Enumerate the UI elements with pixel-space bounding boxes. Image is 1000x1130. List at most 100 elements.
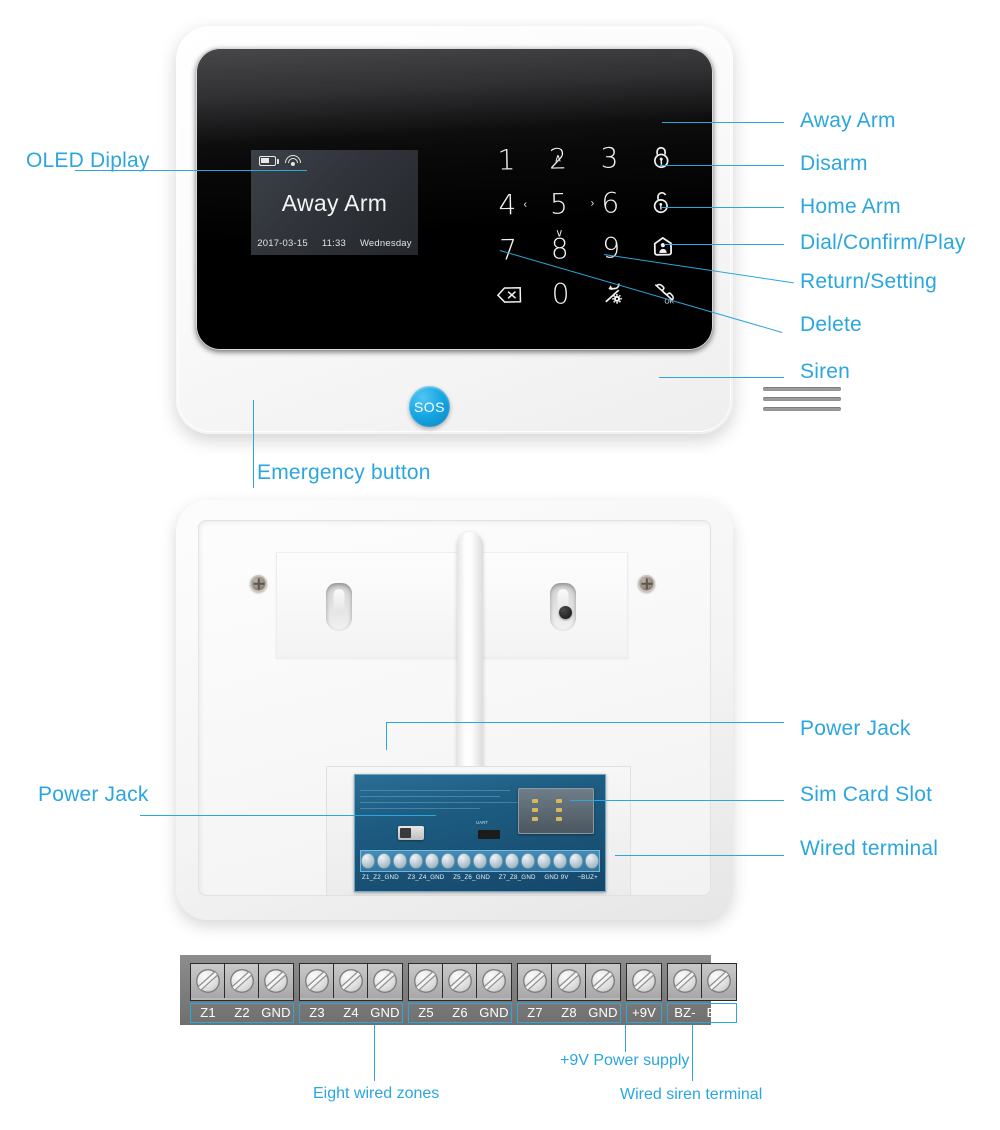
oled-status-bar — [259, 155, 301, 167]
terminal-label-row: Z1 Z2 GND Z3 Z4 GND Z5 Z6 GND Z7 Z8 GND … — [190, 1003, 737, 1023]
terminal-labels-z1-z2-gnd: Z1 Z2 GND — [190, 1003, 294, 1023]
screw-icon — [632, 969, 656, 993]
label-z7: Z7 — [527, 1005, 543, 1020]
label-bz-plus: BZ+ — [706, 1005, 732, 1020]
leader-power-supply — [625, 1025, 626, 1052]
terminal-group-z3-z4-gnd — [299, 963, 403, 1001]
label-plus9v: +9V — [631, 1005, 657, 1020]
key-5-label: 5 — [549, 186, 569, 221]
terminal-z8[interactable] — [552, 964, 586, 998]
callout-power-jack-top: Power Jack — [800, 717, 911, 740]
key-away-arm[interactable] — [635, 134, 687, 180]
terminal-bz-minus[interactable] — [668, 964, 702, 998]
callout-siren: Siren — [800, 360, 851, 383]
main-pcb: UART Z1_Z2_GND Z3_Z4_GND Z5_Z6_GND Z7_Z8… — [354, 774, 606, 892]
callout-away-arm: Away Arm — [800, 109, 896, 132]
backspace-icon — [496, 286, 522, 303]
leader-power-jack-top-vert — [386, 722, 387, 750]
tamper-switch — [559, 606, 572, 619]
key-1-label: 1 — [497, 142, 516, 177]
terminal-z4[interactable] — [334, 964, 368, 998]
screw-icon — [672, 969, 697, 993]
key-9[interactable]: 9 — [585, 225, 637, 271]
leader-siren — [659, 377, 784, 378]
terminal-bz-plus[interactable] — [702, 964, 736, 998]
leader-sim-card-slot — [570, 800, 784, 801]
terminal-z1[interactable] — [191, 964, 225, 998]
screw-icon — [373, 969, 397, 993]
antenna — [457, 532, 483, 804]
terminal-group-z7-z8-gnd — [517, 963, 621, 1001]
caption-power-supply: +9V Power supply — [560, 1052, 690, 1069]
key-8[interactable]: 8 ∨ — [534, 226, 586, 272]
pcb-terminal-block — [360, 850, 600, 872]
wall-mount-plate — [276, 552, 628, 658]
terminal-gnd-3[interactable] — [477, 964, 511, 998]
key-1[interactable]: 1 — [480, 137, 532, 183]
wifi-icon — [285, 155, 301, 167]
leader-dial-confirm — [664, 244, 784, 245]
sim-card-slot — [518, 788, 594, 834]
callout-power-jack-left: Power Jack — [38, 783, 149, 806]
label-z8: Z8 — [561, 1005, 577, 1020]
case-screw-top-left — [250, 575, 267, 592]
key-3[interactable]: 3 — [583, 135, 635, 181]
uart-silkscreen-label: UART — [476, 820, 489, 825]
caption-wired-siren-terminal: Wired siren terminal — [620, 1086, 763, 1103]
label-gnd-3: GND — [479, 1005, 509, 1020]
terminal-plus9v[interactable] — [627, 964, 661, 998]
key-6[interactable]: › 6 — [584, 180, 636, 226]
leader-wired-siren-terminal — [692, 1025, 693, 1081]
key-7[interactable]: 7 — [482, 227, 534, 273]
screw-icon — [591, 969, 615, 993]
key-5[interactable]: 5 — [533, 181, 585, 227]
terminal-labels-buzzer: BZ- BZ+ — [667, 1003, 737, 1023]
label-z1: Z1 — [200, 1005, 216, 1020]
front-glass-panel: Away Arm 2017-03-15 11:33 Wednesday 1 2 ∧… — [196, 48, 713, 350]
leader-disarm — [660, 165, 784, 166]
oled-display: Away Arm 2017-03-15 11:33 Wednesday — [251, 150, 418, 255]
dip-switch[interactable] — [398, 826, 424, 840]
terminal-group-z1-z2-gnd — [190, 963, 294, 1001]
terminal-z5[interactable] — [409, 964, 443, 998]
arrow-left-icon: ‹ — [523, 198, 528, 211]
leader-power-jack-left — [140, 815, 436, 816]
lock-open-icon — [651, 189, 672, 214]
terminal-gnd-1[interactable] — [259, 964, 293, 998]
back-inner-shell: UART Z1_Z2_GND Z3_Z4_GND Z5_Z6_GND Z7_Z8… — [198, 520, 711, 896]
oled-time: 11:33 — [321, 238, 346, 249]
label-z5: Z5 — [418, 1005, 434, 1020]
front-panel-unit: Away Arm 2017-03-15 11:33 Wednesday 1 2 ∧… — [176, 26, 841, 434]
terminal-gnd-4[interactable] — [586, 964, 620, 998]
leader-power-jack-top — [386, 722, 784, 723]
callout-wired-terminal: Wired terminal — [800, 837, 939, 860]
screw-icon — [195, 969, 220, 993]
key-0[interactable]: 0 — [534, 271, 586, 317]
oled-date: 2017-03-15 — [257, 238, 308, 249]
key-6-label: 6 — [601, 185, 620, 220]
terminal-z2[interactable] — [225, 964, 259, 998]
key-2[interactable]: 2 ∧ — [532, 136, 584, 182]
leader-eight-wired-zones — [374, 1025, 375, 1081]
label-z6: Z6 — [452, 1005, 468, 1020]
callout-delete: Delete — [800, 313, 862, 336]
key-delete[interactable] — [483, 272, 535, 318]
leader-away-arm — [662, 122, 784, 123]
terminal-z6[interactable] — [443, 964, 477, 998]
return-gear-icon — [599, 280, 624, 305]
terminal-z3[interactable] — [300, 964, 334, 998]
key-4[interactable]: 4 ‹ — [481, 182, 533, 228]
terminal-z7[interactable] — [518, 964, 552, 998]
back-panel-unit: UART Z1_Z2_GND Z3_Z4_GND Z5_Z6_GND Z7_Z8… — [176, 500, 733, 920]
screw-icon — [264, 969, 288, 993]
callout-home-arm: Home Arm — [800, 195, 901, 218]
sos-emergency-button[interactable]: SOS — [409, 386, 450, 427]
key-0-label: 0 — [551, 276, 570, 311]
pcb-label-3: Z7_Z8_GND — [498, 874, 536, 881]
terminal-labels-z5-z6-gnd: Z5 Z6 GND — [408, 1003, 512, 1023]
label-z4: Z4 — [343, 1005, 359, 1020]
leader-emergency — [253, 400, 254, 488]
pcb-label-1: Z3_Z4_GND — [407, 874, 445, 881]
key-disarm[interactable] — [636, 179, 688, 225]
terminal-gnd-2[interactable] — [368, 964, 402, 998]
